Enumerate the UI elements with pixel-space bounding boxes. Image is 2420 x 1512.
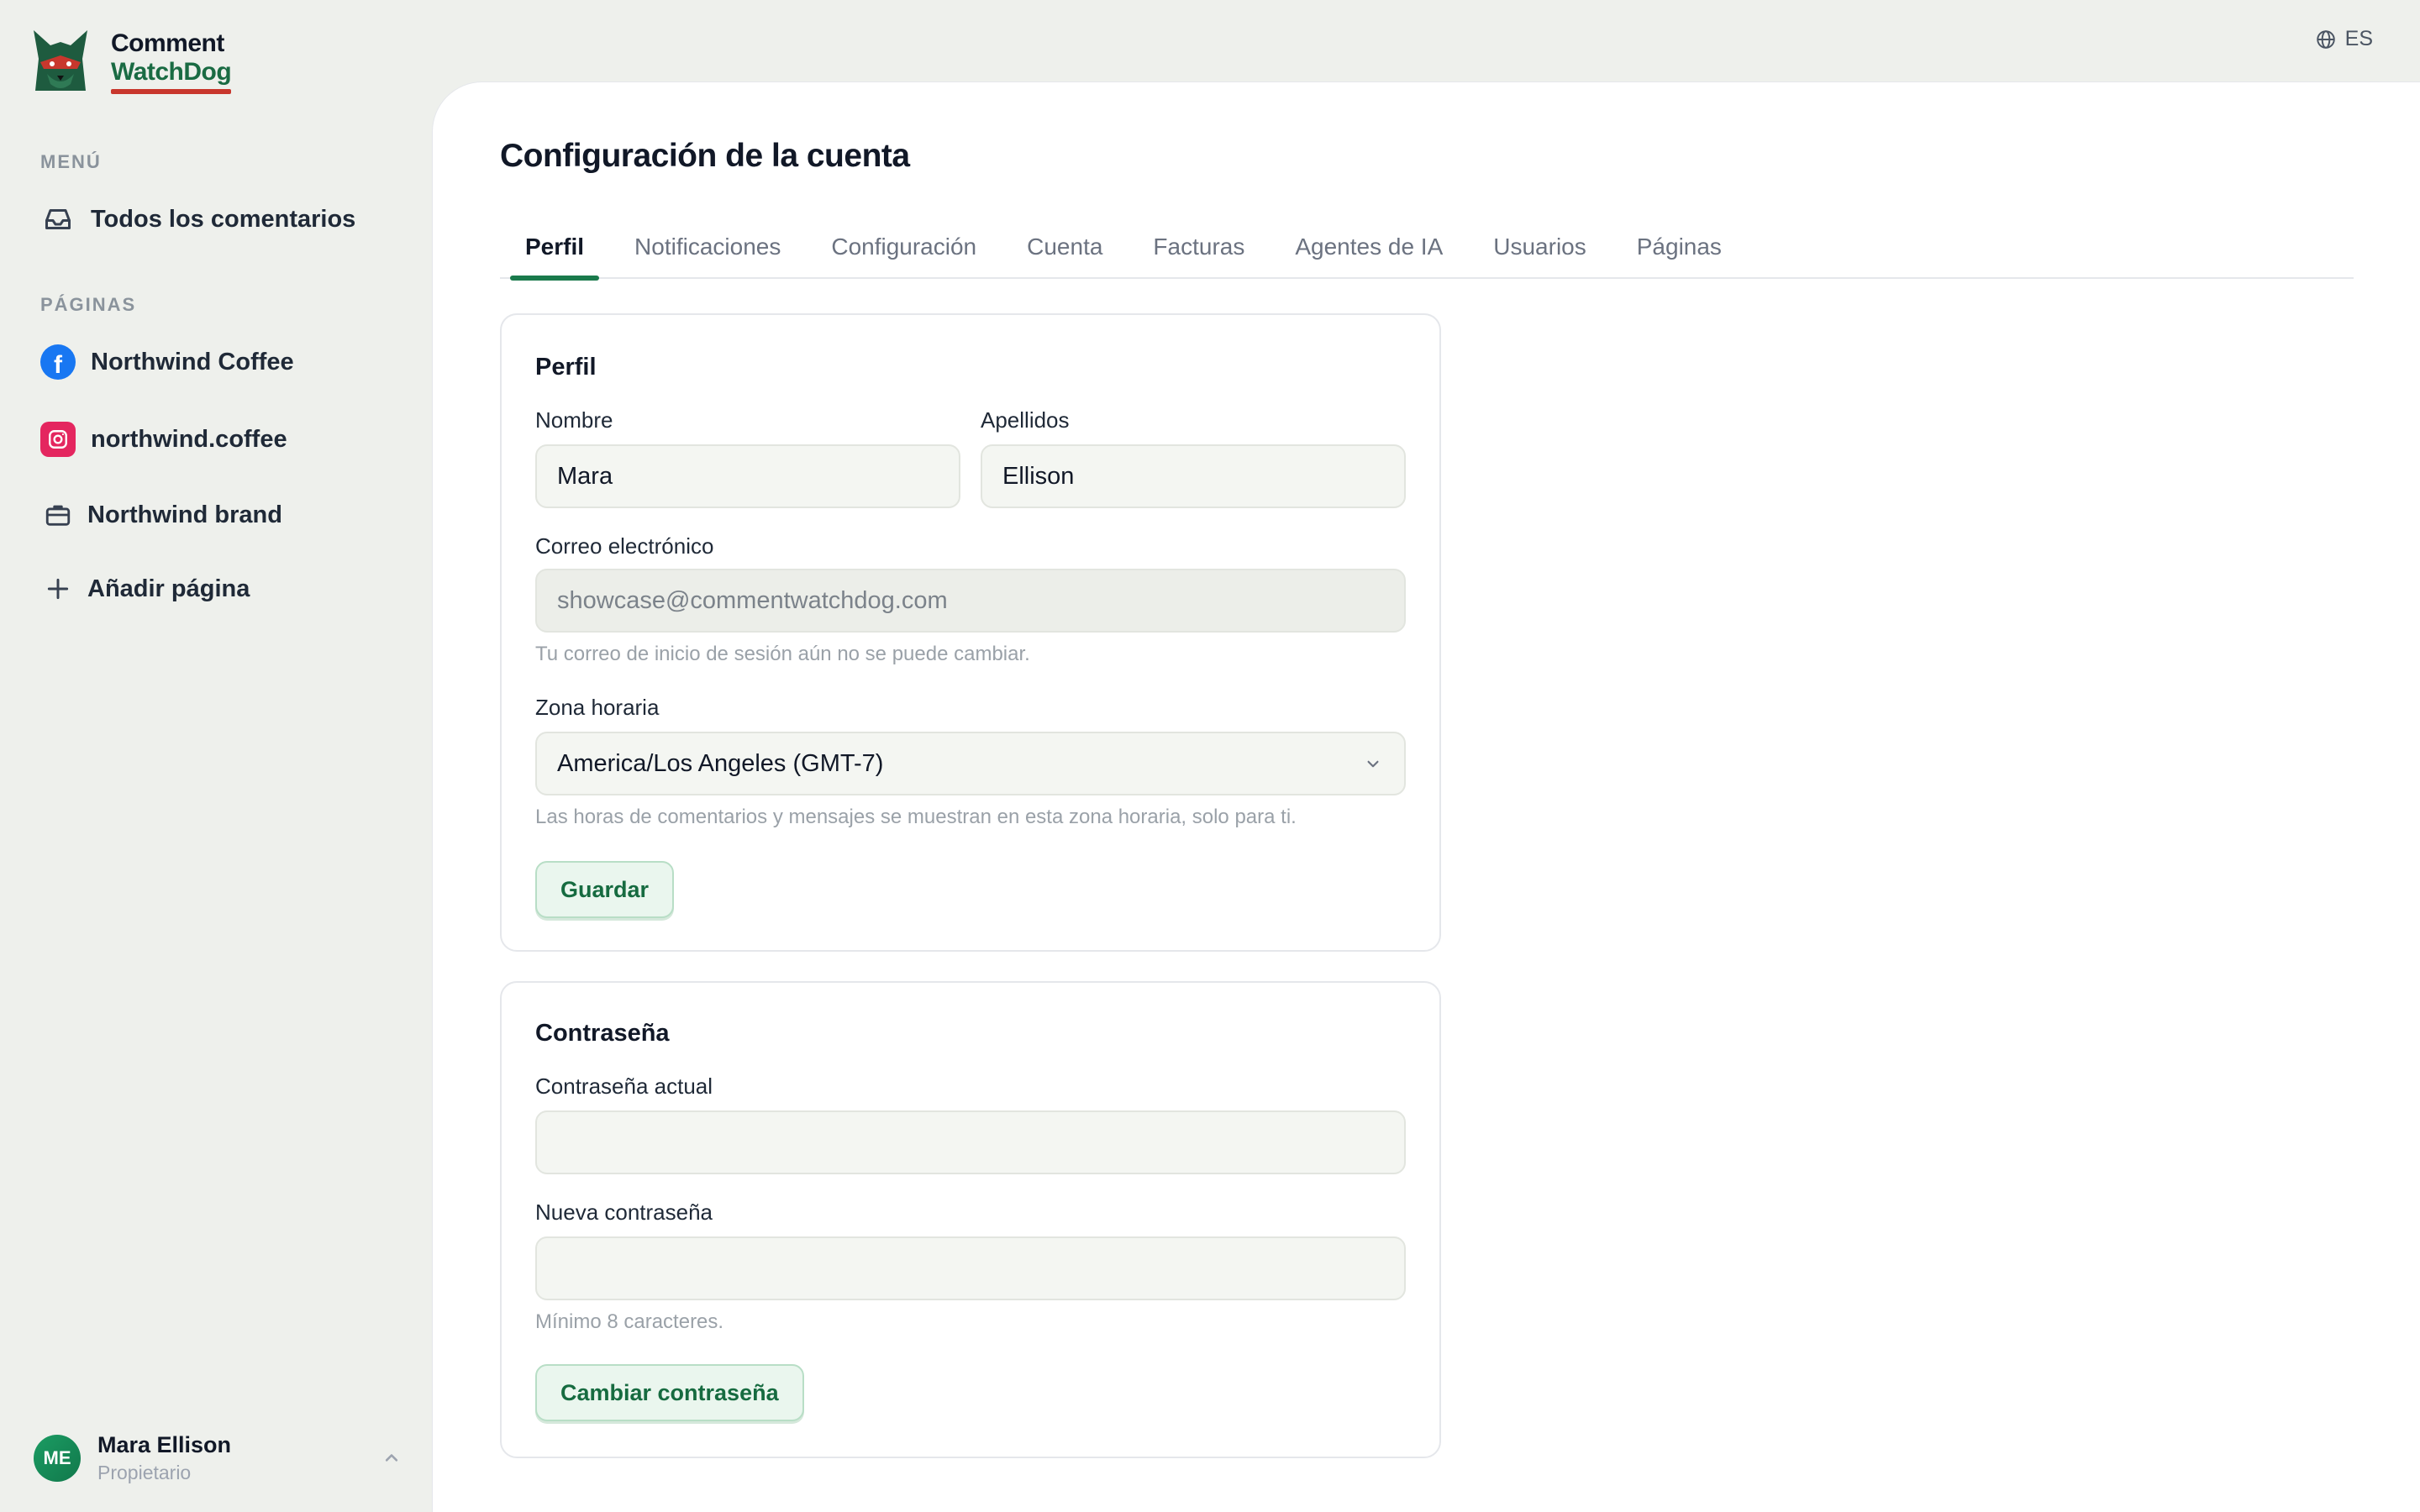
- tab-agentes-ia[interactable]: Agentes de IA: [1270, 225, 1468, 279]
- email-hint: Tu correo de inicio de sesión aún no se …: [535, 643, 1030, 665]
- timezone-select[interactable]: America/Los Angeles (GMT-7): [535, 732, 1406, 795]
- plus-icon: [40, 571, 76, 606]
- briefcase-icon: [40, 497, 76, 533]
- brand-name-line1: Comment: [111, 29, 224, 57]
- watchdog-logo-icon: [34, 30, 87, 91]
- profile-card: Perfil Nombre Apellidos Correo electróni…: [500, 313, 1441, 952]
- email-label: Correo electrónico: [535, 533, 714, 559]
- tab-paginas[interactable]: Páginas: [1612, 225, 1747, 279]
- chevron-up-icon: [385, 1454, 398, 1462]
- save-button[interactable]: Guardar: [535, 861, 675, 918]
- current-password-label: Contraseña actual: [535, 1074, 713, 1099]
- timezone-value: America/Los Angeles (GMT-7): [557, 749, 884, 777]
- page-title: Configuración de la cuenta: [500, 138, 910, 174]
- sidebar-item-all-comments[interactable]: Todos los comentarios: [40, 202, 355, 237]
- new-password-hint: Mínimo 8 caracteres.: [535, 1310, 724, 1333]
- sidebar-item-northwind-coffee-instagram[interactable]: northwind.coffee: [40, 422, 287, 457]
- sidebar-item-label: Northwind Coffee: [91, 348, 294, 375]
- user-name: Mara Ellison: [97, 1432, 232, 1457]
- timezone-hint: Las horas de comentarios y mensajes se m…: [535, 806, 1297, 828]
- current-password-field[interactable]: [535, 1110, 1406, 1174]
- user-menu[interactable]: ME Mara Ellison Propietario: [34, 1431, 403, 1485]
- language-code: ES: [2344, 27, 2373, 50]
- globe-icon: [2316, 29, 2335, 49]
- sidebar-item-label: Northwind brand: [87, 501, 282, 528]
- settings-tabs: Perfil Notificaciones Configuración Cuen…: [500, 225, 2354, 281]
- password-card: Contraseña Contraseña actual Nueva contr…: [500, 981, 1441, 1458]
- email-field: [535, 569, 1406, 633]
- pages-section-label: PÁGINAS: [40, 294, 137, 315]
- brand-name-line2: WatchDog: [111, 58, 232, 93]
- last-name-label: Apellidos: [981, 407, 1070, 433]
- tab-perfil[interactable]: Perfil: [500, 225, 609, 281]
- sidebar-item-label: Todos los comentarios: [91, 205, 356, 233]
- add-page-button[interactable]: Añadir página: [40, 571, 250, 606]
- timezone-label: Zona horaria: [535, 695, 660, 720]
- new-password-field[interactable]: [535, 1236, 1406, 1300]
- sidebar-item-northwind-brand[interactable]: Northwind brand: [40, 497, 282, 533]
- sidebar-item-label: northwind.coffee: [91, 425, 287, 453]
- instagram-icon: [40, 422, 76, 457]
- chevron-down-icon: [1367, 760, 1379, 768]
- tab-usuarios[interactable]: Usuarios: [1468, 225, 1611, 279]
- tab-cuenta[interactable]: Cuenta: [1002, 225, 1128, 279]
- sidebar-item-northwind-coffee-facebook[interactable]: f Northwind Coffee: [40, 344, 294, 380]
- tab-facturas[interactable]: Facturas: [1128, 225, 1270, 279]
- first-name-label: Nombre: [535, 407, 613, 433]
- profile-card-title: Perfil: [535, 354, 597, 381]
- app-logo[interactable]: Comment WatchDog: [27, 25, 232, 96]
- language-switcher[interactable]: ES: [2315, 27, 2373, 51]
- tab-notificaciones[interactable]: Notificaciones: [609, 225, 806, 279]
- main-panel: Configuración de la cuenta Perfil Notifi…: [432, 81, 2420, 1512]
- first-name-field[interactable]: [535, 444, 960, 508]
- user-role: Propietario: [97, 1462, 192, 1483]
- add-page-label: Añadir página: [87, 575, 250, 602]
- password-card-title: Contraseña: [535, 1020, 670, 1047]
- change-password-button[interactable]: Cambiar contraseña: [535, 1364, 804, 1421]
- facebook-icon: f: [40, 344, 76, 380]
- menu-section-label: MENÚ: [40, 151, 102, 172]
- tab-configuracion[interactable]: Configuración: [806, 225, 1002, 279]
- sidebar: Comment WatchDog MENÚ Todos los comentar…: [0, 0, 432, 1512]
- inbox-icon: [40, 202, 76, 237]
- avatar: ME: [34, 1435, 81, 1482]
- last-name-field[interactable]: [981, 444, 1406, 508]
- new-password-label: Nueva contraseña: [535, 1200, 713, 1225]
